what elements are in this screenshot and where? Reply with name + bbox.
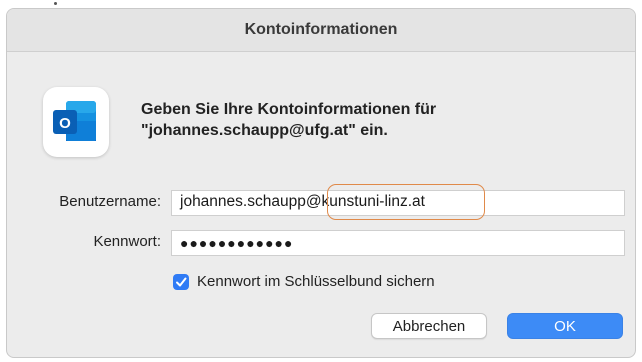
- keychain-checkbox[interactable]: [173, 274, 189, 290]
- corner-mark: [54, 2, 57, 5]
- keychain-label[interactable]: Kennwort im Schlüsselbund sichern: [197, 273, 435, 290]
- ok-button[interactable]: OK: [507, 313, 623, 339]
- password-field[interactable]: ●●●●●●●●●●●●: [171, 230, 625, 256]
- outlook-icon: O: [43, 87, 109, 157]
- account-dialog: Kontoinformationen O Geben Sie Ihre Kont…: [6, 8, 636, 358]
- titlebar: Kontoinformationen: [7, 9, 635, 52]
- prompt-text: Geben Sie Ihre Kontoinformationen für "j…: [141, 99, 436, 141]
- prompt-line-1: Geben Sie Ihre Kontoinformationen für: [141, 101, 437, 118]
- checkmark-icon: [176, 277, 187, 287]
- prompt-line-2: "johannes.schaupp@ufg.at" ein.: [141, 122, 388, 139]
- dialog-title: Kontoinformationen: [244, 21, 398, 38]
- password-label: Kennwort:: [93, 233, 161, 250]
- cancel-button[interactable]: Abbrechen: [371, 313, 487, 339]
- domain-highlight: [327, 184, 485, 220]
- svg-text:O: O: [59, 115, 71, 132]
- username-label: Benutzername:: [59, 193, 161, 210]
